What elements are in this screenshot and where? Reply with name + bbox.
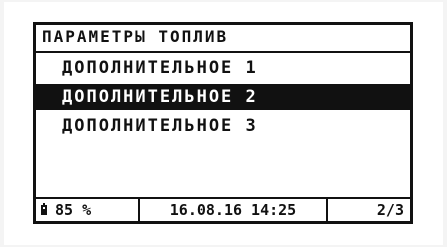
menu-item-additional-3[interactable]: ДОПОЛНИТЕЛЬНОЕ 3 xyxy=(36,113,410,139)
battery-icon xyxy=(41,203,47,215)
battery-status: 85 % xyxy=(36,199,138,221)
date-time: 16.08.16 14:25 xyxy=(138,199,326,221)
menu-item-additional-1[interactable]: ДОПОЛНИТЕЛЬНОЕ 1 xyxy=(36,55,410,81)
status-bar: 85 % 16.08.16 14:25 2/3 xyxy=(36,197,410,221)
battery-level: 85 % xyxy=(55,201,92,219)
menu-item-additional-2[interactable]: ДОПОЛНИТЕЛЬНОЕ 2 xyxy=(36,84,410,110)
menu-list: ДОПОЛНИТЕЛЬНОЕ 1 ДОПОЛНИТЕЛЬНОЕ 2 ДОПОЛН… xyxy=(36,55,410,142)
device-screen: ПАРАМЕТРЫ ТОПЛИВ ДОПОЛНИТЕЛЬНОЕ 1 ДОПОЛН… xyxy=(4,2,443,245)
lcd-frame: ПАРАМЕТРЫ ТОПЛИВ ДОПОЛНИТЕЛЬНОЕ 1 ДОПОЛН… xyxy=(33,22,413,224)
page-indicator: 2/3 xyxy=(326,199,410,221)
screen-title: ПАРАМЕТРЫ ТОПЛИВ xyxy=(36,25,410,53)
